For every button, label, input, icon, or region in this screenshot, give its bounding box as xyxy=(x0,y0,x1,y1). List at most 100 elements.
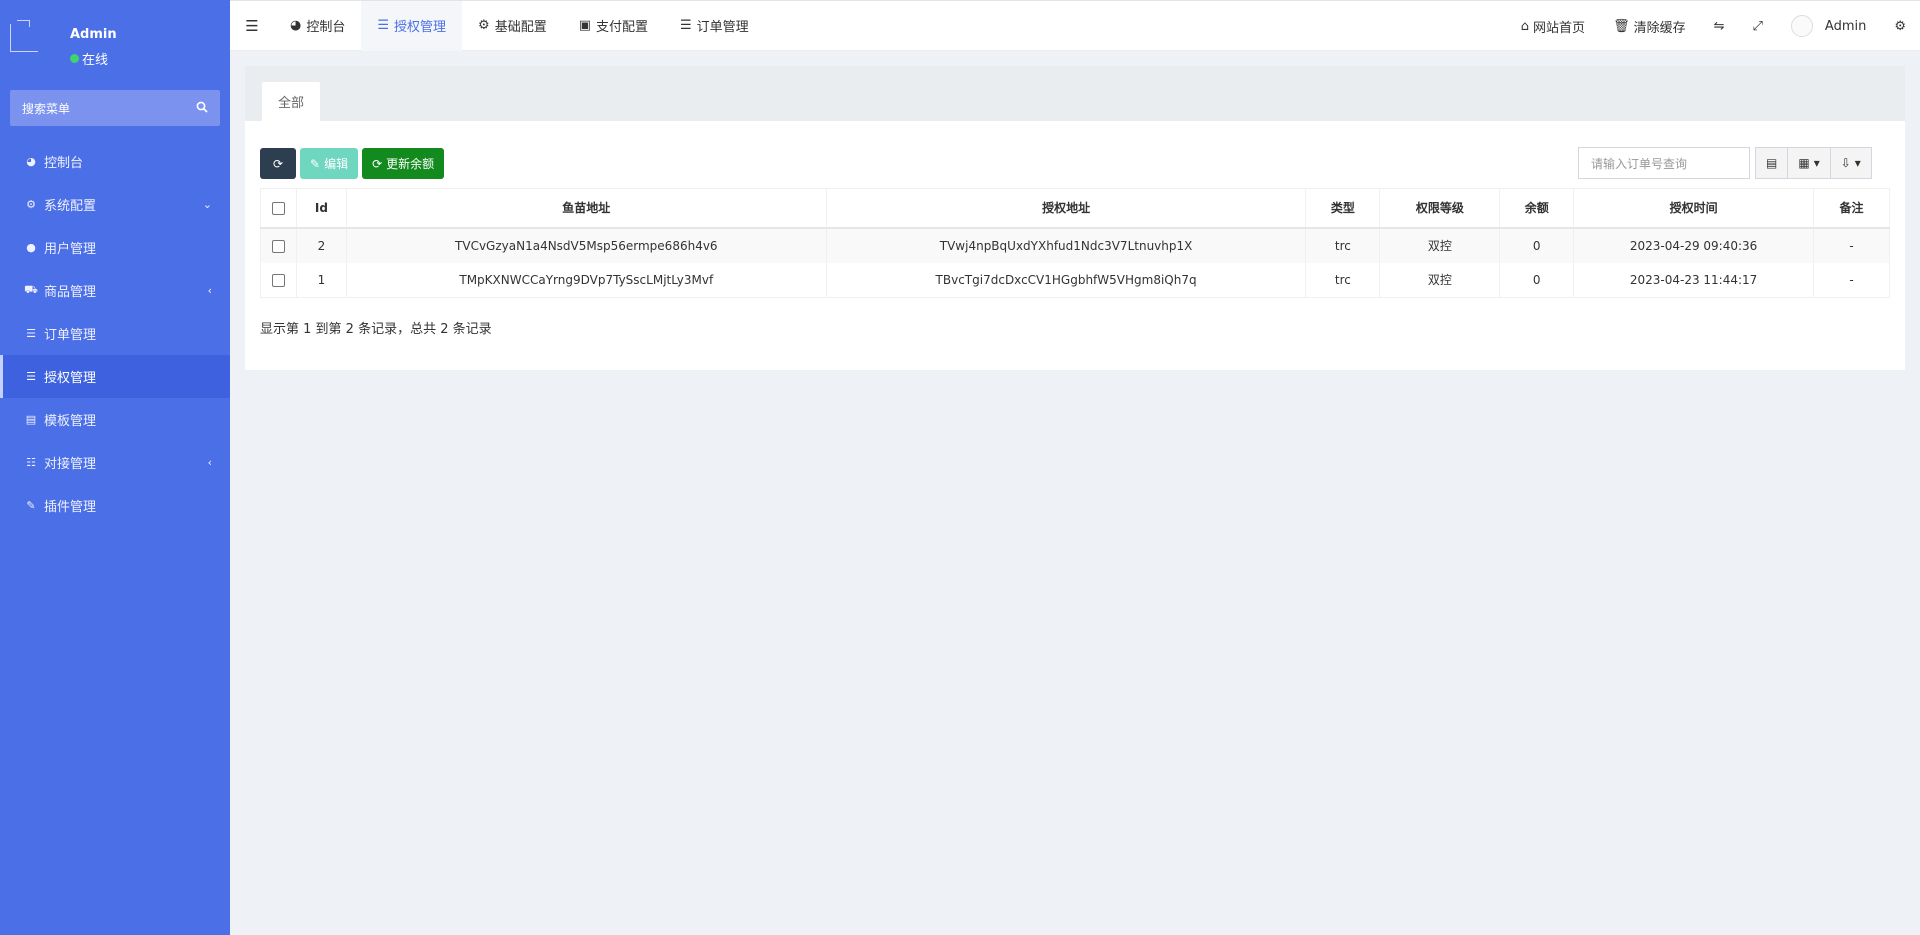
cell-time: 2023-04-23 11:44:17 xyxy=(1573,262,1814,298)
chevron-down-icon: ⌄ xyxy=(202,198,212,211)
main-content: 全部 ⟳ ✎ 编辑 ⟳ 更新余额 请输入订单号查询 ▤ ▦ ▾ ⇩ ▾ Id 鱼苗地址 … xyxy=(230,51,1920,935)
row-checkbox[interactable] xyxy=(271,273,285,287)
col-fish-address[interactable]: 鱼苗地址 xyxy=(345,188,827,229)
sidebar-item-products[interactable]: ⛟ 商品管理 ‹ xyxy=(0,269,230,312)
tab-orders[interactable]: ☰ 订单管理 xyxy=(664,1,765,51)
online-dot-icon xyxy=(70,54,79,63)
clear-cache-button[interactable]: 🗑 清除缓存 xyxy=(1599,1,1700,51)
template-icon: ▤ xyxy=(25,413,37,426)
update-balance-button[interactable]: ⟳ 更新余额 xyxy=(362,148,445,179)
sidebar-item-label: 模板管理 xyxy=(44,414,97,429)
toggle-view-button[interactable]: ▤ xyxy=(1755,147,1789,179)
sidebar: Admin 在线 搜索菜单 ◕ 控制台 ⚙ 系统配置 ⌄ ● 用户管理 ⛟ 商品管理 ‹ ☰… xyxy=(0,0,230,935)
row-checkbox[interactable] xyxy=(271,239,285,253)
sidebar-item-authorization[interactable]: ☰ 授权管理 xyxy=(0,355,230,398)
list-icon: ☰ xyxy=(680,18,692,33)
cell-level: 双控 xyxy=(1379,262,1501,298)
menu-toggle-icon[interactable]: ☰ xyxy=(230,1,274,51)
sidebar-item-label: 对接管理 xyxy=(44,457,97,472)
list-icon: ☰ xyxy=(26,327,36,340)
sidebar-item-label: 系统配置 xyxy=(44,199,97,214)
fullscreen-icon[interactable]: ⤢ xyxy=(1739,1,1777,51)
panel-header: 全部 xyxy=(245,66,1905,121)
tab-authorization[interactable]: ☰ 授权管理 xyxy=(361,0,463,51)
sidebar-item-label: 授权管理 xyxy=(44,371,97,386)
table-tools: ▤ ▦ ▾ ⇩ ▾ xyxy=(1755,147,1872,179)
cell-fish-address: TVCvGzyaN1a4NsdV5Msp56ermpe686h4v6 xyxy=(345,227,827,263)
columns-button[interactable]: ▦ ▾ xyxy=(1787,147,1831,179)
col-auth-address[interactable]: 授权地址 xyxy=(825,188,1307,229)
col-id[interactable]: Id xyxy=(295,188,347,229)
sidebar-item-plugins[interactable]: ✎ 插件管理 xyxy=(0,484,230,527)
navbar-right: ⌂ 网站首页 🗑 清除缓存 ⇋ ⤢ Admin ⚙ xyxy=(1507,1,1920,51)
user-avatar xyxy=(10,20,38,52)
sidebar-item-integration[interactable]: ☷ 对接管理 ‹ xyxy=(0,441,230,484)
sidebar-item-dashboard[interactable]: ◕ 控制台 xyxy=(0,140,230,183)
tab-basic-config[interactable]: ⚙ 基础配置 xyxy=(462,1,563,51)
sliders-icon: ☷ xyxy=(26,456,36,469)
sidebar-item-label: 控制台 xyxy=(44,156,84,171)
chevron-left-icon: ‹ xyxy=(207,284,212,297)
cell-fish-address: TMpKXNWCCaYrng9DVp7TySscLMjtLy3Mvf xyxy=(345,262,827,298)
site-home-link[interactable]: ⌂ 网站首页 xyxy=(1507,1,1599,51)
tab-all[interactable]: 全部 xyxy=(262,82,321,121)
cell-id: 1 xyxy=(295,262,347,298)
menu-search-input[interactable]: 搜索菜单 xyxy=(22,100,196,117)
admin-menu[interactable]: Admin xyxy=(1777,1,1880,51)
col-auth-time[interactable]: 授权时间 xyxy=(1573,188,1814,229)
export-button[interactable]: ⇩ ▾ xyxy=(1829,147,1872,179)
sidebar-item-users[interactable]: ● 用户管理 xyxy=(0,226,230,269)
card-view-icon: ▤ xyxy=(1766,156,1778,170)
select-all-cell xyxy=(260,188,297,229)
edit-button[interactable]: ✎ 编辑 xyxy=(300,148,359,179)
table-row[interactable]: 2 TVCvGzyaN1a4NsdV5Msp56ermpe686h4v6 TVw… xyxy=(260,227,1891,263)
pencil-icon: ✎ xyxy=(310,156,321,171)
cell-note: - xyxy=(1812,227,1891,263)
gear-icon: ⚙ xyxy=(26,198,36,211)
user-status-text: 在线 xyxy=(82,53,109,68)
user-panel: Admin 在线 xyxy=(0,0,230,82)
cell-balance: 0 xyxy=(1499,262,1575,298)
language-icon[interactable]: ⇋ xyxy=(1700,1,1739,51)
tab-dashboard[interactable]: ◕ 控制台 xyxy=(274,1,361,51)
table-row[interactable]: 1 TMpKXNWCCaYrng9DVp7TySscLMjtLy3Mvf TBv… xyxy=(260,262,1891,298)
col-type[interactable]: 类型 xyxy=(1305,188,1381,229)
sidebar-menu: ◕ 控制台 ⚙ 系统配置 ⌄ ● 用户管理 ⛟ 商品管理 ‹ ☰ 订单管理 ☰ 授权管理 ▤ 模板… xyxy=(0,140,230,527)
dashboard-icon: ◕ xyxy=(290,18,302,33)
settings-icon[interactable]: ⚙ xyxy=(1880,1,1920,51)
pagination-info: 显示第 1 到第 2 条记录，总共 2 条记录 xyxy=(260,322,492,337)
sidebar-item-label: 商品管理 xyxy=(44,285,97,300)
user-name: Admin xyxy=(70,27,117,42)
caret-down-icon: ▾ xyxy=(1854,156,1861,170)
col-level[interactable]: 权限等级 xyxy=(1379,188,1501,229)
cell-level: 双控 xyxy=(1379,227,1501,263)
user-icon: ● xyxy=(26,241,36,254)
dashboard-icon: ◕ xyxy=(26,155,36,168)
payment-icon: ▣ xyxy=(578,18,591,33)
select-all-checkbox[interactable] xyxy=(271,201,285,215)
menu-search[interactable]: 搜索菜单 xyxy=(10,90,220,126)
columns-icon: ▦ xyxy=(1798,156,1810,170)
sidebar-item-label: 订单管理 xyxy=(44,328,97,343)
search-icon[interactable] xyxy=(196,101,208,116)
plugin-icon: ✎ xyxy=(26,499,36,512)
sidebar-item-system-config[interactable]: ⚙ 系统配置 ⌄ xyxy=(0,183,230,226)
list-icon: ☰ xyxy=(377,18,390,33)
cell-time: 2023-04-29 09:40:36 xyxy=(1573,227,1814,263)
user-status: 在线 xyxy=(70,49,108,68)
sidebar-item-templates[interactable]: ▤ 模板管理 xyxy=(0,398,230,441)
trash-icon: 🗑 xyxy=(1613,18,1630,34)
toolbar: ⟳ ✎ 编辑 ⟳ 更新余额 xyxy=(260,148,445,179)
caret-down-icon: ▾ xyxy=(1813,156,1820,170)
cell-id: 2 xyxy=(295,227,347,263)
cell-note: - xyxy=(1812,262,1891,298)
sidebar-item-label: 用户管理 xyxy=(44,242,97,257)
cell-auth-address: TVwj4npBqUxdYXhfud1Ndc3V7Ltnuvhp1X xyxy=(825,227,1307,263)
export-icon: ⇩ xyxy=(1840,156,1851,170)
col-note[interactable]: 备注 xyxy=(1812,188,1891,229)
refresh-button[interactable]: ⟳ xyxy=(260,148,296,179)
col-balance[interactable]: 余额 xyxy=(1499,188,1575,229)
sidebar-item-orders[interactable]: ☰ 订单管理 xyxy=(0,312,230,355)
order-search-input[interactable]: 请输入订单号查询 xyxy=(1578,147,1750,179)
tab-payment-config[interactable]: ▣ 支付配置 xyxy=(563,1,664,51)
